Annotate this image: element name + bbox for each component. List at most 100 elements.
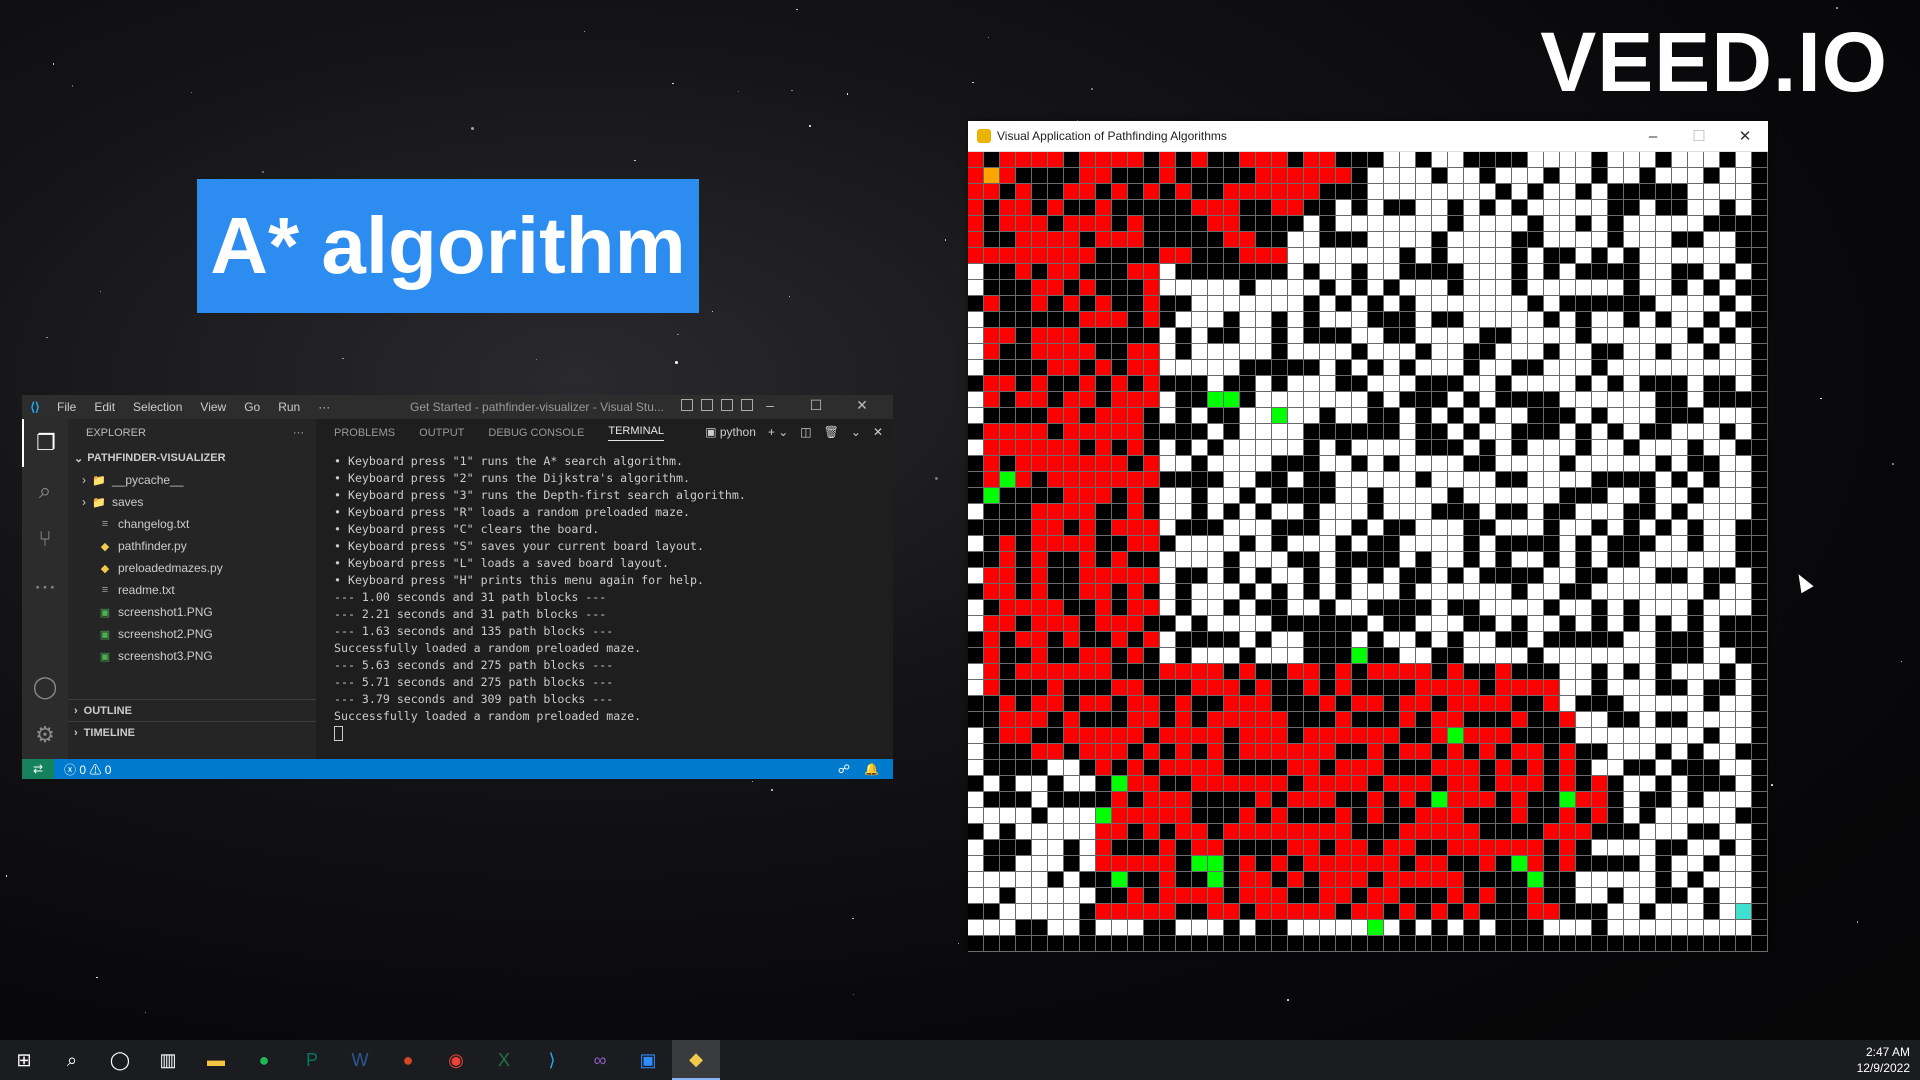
grid-cell-visited[interactable]	[1128, 360, 1143, 375]
grid-cell-wall[interactable]	[1656, 632, 1671, 647]
grid-cell-open[interactable]	[1064, 920, 1079, 935]
grid-cell-open[interactable]	[1640, 520, 1655, 535]
grid-cell-wall[interactable]	[968, 776, 983, 791]
grid-cell-wall[interactable]	[1304, 264, 1319, 279]
grid-cell-wall[interactable]	[1608, 424, 1623, 439]
grid-cell-wall[interactable]	[1656, 664, 1671, 679]
grid-cell-open[interactable]	[1288, 296, 1303, 311]
grid-cell-wall[interactable]	[1624, 280, 1639, 295]
grid-cell-open[interactable]	[1448, 520, 1463, 535]
grid-cell-visited[interactable]	[1096, 296, 1111, 311]
grid-cell-wall[interactable]	[1304, 712, 1319, 727]
grid-cell-open[interactable]	[1464, 216, 1479, 231]
grid-cell-open[interactable]	[1048, 904, 1063, 919]
grid-cell-visited[interactable]	[1080, 168, 1095, 183]
grid-cell-wall[interactable]	[1208, 408, 1223, 423]
grid-cell-visited[interactable]	[1048, 440, 1063, 455]
grid-cell-open[interactable]	[1320, 920, 1335, 935]
grid-cell-wall[interactable]	[1688, 408, 1703, 423]
grid-cell-wall[interactable]	[1544, 552, 1559, 567]
grid-cell-open[interactable]	[1640, 232, 1655, 247]
grid-cell-open[interactable]	[1224, 360, 1239, 375]
grid-cell-wall[interactable]	[1096, 392, 1111, 407]
grid-cell-open[interactable]	[1432, 360, 1447, 375]
grid-cell-open[interactable]	[1576, 200, 1591, 215]
grid-cell-open[interactable]	[1656, 296, 1671, 311]
grid-cell-open[interactable]	[1160, 504, 1175, 519]
grid-cell-open[interactable]	[1480, 264, 1495, 279]
grid-cell-wall[interactable]	[1416, 440, 1431, 455]
grid-cell-open[interactable]	[1640, 600, 1655, 615]
grid-cell-frontier[interactable]	[1560, 792, 1575, 807]
grid-cell-open[interactable]	[1560, 424, 1575, 439]
grid-cell-open[interactable]	[1592, 536, 1607, 551]
grid-cell-wall[interactable]	[984, 840, 999, 855]
grid-cell-wall[interactable]	[1624, 616, 1639, 631]
grid-cell-open[interactable]	[1240, 520, 1255, 535]
grid-cell-open[interactable]	[1192, 328, 1207, 343]
grid-cell-wall[interactable]	[1352, 168, 1367, 183]
grid-cell-visited[interactable]	[1000, 168, 1015, 183]
grid-cell-open[interactable]	[1640, 920, 1655, 935]
grid-cell-open[interactable]	[1640, 632, 1655, 647]
grid-cell-open[interactable]	[1576, 680, 1591, 695]
grid-cell-visited[interactable]	[1384, 664, 1399, 679]
grid-cell-open[interactable]	[1560, 360, 1575, 375]
grid-cell-visited[interactable]	[1240, 712, 1255, 727]
grid-cell-open[interactable]	[1272, 296, 1287, 311]
grid-cell-visited[interactable]	[1016, 216, 1031, 231]
grid-cell-wall[interactable]	[1480, 712, 1495, 727]
grid-cell-visited[interactable]	[1080, 648, 1095, 663]
grid-cell-wall[interactable]	[1464, 712, 1479, 727]
menu-go[interactable]: Go	[235, 400, 269, 414]
cortana-icon[interactable]: ◯	[96, 1040, 144, 1080]
grid-cell-visited[interactable]	[1192, 888, 1207, 903]
grid-cell-visited[interactable]	[1144, 184, 1159, 199]
grid-cell-open[interactable]	[1064, 888, 1079, 903]
grid-cell-open[interactable]	[1160, 440, 1175, 455]
grid-cell-wall[interactable]	[1752, 168, 1767, 183]
grid-cell-open[interactable]	[1544, 232, 1559, 247]
grid-cell-visited[interactable]	[1272, 904, 1287, 919]
grid-cell-visited[interactable]	[1240, 872, 1255, 887]
grid-cell-open[interactable]	[1560, 440, 1575, 455]
grid-cell-wall[interactable]	[1240, 648, 1255, 663]
grid-cell-open[interactable]	[1592, 424, 1607, 439]
grid-cell-visited[interactable]	[1224, 712, 1239, 727]
grid-cell-open[interactable]	[1592, 728, 1607, 743]
grid-cell-wall[interactable]	[1000, 296, 1015, 311]
grid-cell-open[interactable]	[1608, 584, 1623, 599]
grid-cell-wall[interactable]	[1336, 296, 1351, 311]
grid-cell-wall[interactable]	[1544, 760, 1559, 775]
grid-cell-visited[interactable]	[1336, 776, 1351, 791]
grid-cell-wall[interactable]	[1288, 936, 1303, 951]
grid-cell-wall[interactable]	[1304, 520, 1319, 535]
grid-cell-open[interactable]	[1672, 360, 1687, 375]
grid-cell-open[interactable]	[1528, 248, 1543, 263]
grid-cell-open[interactable]	[1672, 296, 1687, 311]
grid-cell-open[interactable]	[1400, 216, 1415, 231]
grid-cell-open[interactable]	[1608, 920, 1623, 935]
grid-cell-open[interactable]	[1208, 648, 1223, 663]
grid-cell-open[interactable]	[1736, 568, 1751, 583]
grid-cell-open[interactable]	[1624, 168, 1639, 183]
grid-cell-wall[interactable]	[1368, 360, 1383, 375]
grid-cell-open[interactable]	[1464, 584, 1479, 599]
grid-cell-open[interactable]	[1336, 456, 1351, 471]
grid-cell-wall[interactable]	[1160, 296, 1175, 311]
grid-cell-visited[interactable]	[1128, 712, 1143, 727]
grid-cell-open[interactable]	[968, 408, 983, 423]
grid-cell-wall[interactable]	[1192, 904, 1207, 919]
grid-cell-visited[interactable]	[1304, 728, 1319, 743]
file-explorer-icon[interactable]: ▬	[192, 1040, 240, 1080]
grid-cell-open[interactable]	[1576, 168, 1591, 183]
grid-cell-wall[interactable]	[1048, 936, 1063, 951]
grid-cell-open[interactable]	[1432, 520, 1447, 535]
grid-cell-wall[interactable]	[1528, 296, 1543, 311]
grid-cell-visited[interactable]	[1032, 584, 1047, 599]
grid-cell-wall[interactable]	[1176, 776, 1191, 791]
grid-cell-wall[interactable]	[1752, 152, 1767, 167]
grid-cell-open[interactable]	[1352, 248, 1367, 263]
grid-cell-wall[interactable]	[1000, 408, 1015, 423]
grid-cell-visited[interactable]	[1064, 328, 1079, 343]
